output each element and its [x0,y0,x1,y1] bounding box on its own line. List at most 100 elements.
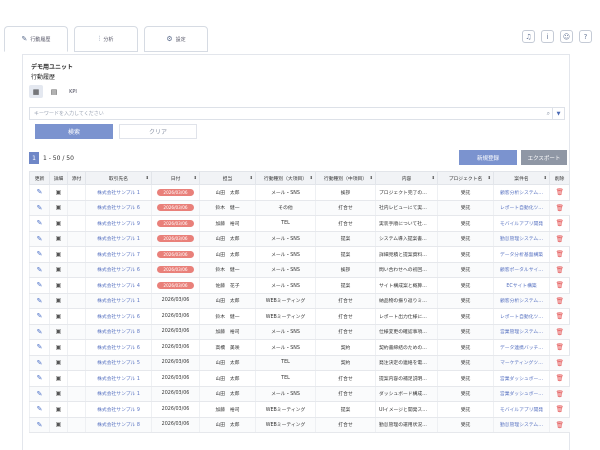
search-input[interactable]: キーワードを入力してください ⌕ ▼ [29,107,565,120]
col-staff[interactable]: 担当 ⬍ [199,171,256,185]
cell-deal[interactable]: レポート自動化ツ… [493,308,550,325]
pencil-icon[interactable]: ✎ [37,390,43,398]
trash-icon[interactable]: 🗑 [556,374,564,382]
col-major-type[interactable]: 行動種別（大項目） ⬍ [255,171,316,185]
page-number[interactable]: 1 [29,152,39,164]
cell-deal[interactable]: マーケティングツ… [493,355,550,371]
document-icon[interactable]: ▣ [56,375,62,382]
trash-icon[interactable]: 🗑 [556,343,564,351]
cell-deal[interactable]: 顧客分析システム… [493,184,550,201]
cell-client[interactable]: 株式会社サンプル 5 [85,355,152,371]
table-row[interactable]: ✎ ▣ 株式会社サンプル 9 2026/03/06 加藤 裕司 WEBミーティング 提案 UI… [29,401,570,418]
cell-deal[interactable]: データ分析基盤構築 [493,246,550,263]
col-date[interactable]: 日付 ⬍ [151,171,200,185]
trash-icon[interactable]: 🗑 [556,359,564,367]
help-icon[interactable]: ? [579,30,592,43]
table-row[interactable]: ✎ ▣ 株式会社サンプル 1 2026/03/06 山田 太郎 メール・SNS 挨拶 プロジェ… [29,184,570,201]
cell-deal[interactable]: 勤怠管理システム… [493,417,550,433]
cell-client[interactable]: 株式会社サンプル 1 [85,231,152,247]
cell-client[interactable]: 株式会社サンプル 1 [85,184,152,201]
pencil-icon[interactable]: ✎ [37,374,43,382]
trash-icon[interactable]: 🗑 [556,204,564,212]
trash-icon[interactable]: 🗑 [556,235,564,243]
pencil-icon[interactable]: ✎ [37,235,43,243]
pencil-icon[interactable]: ✎ [37,312,43,320]
info-icon[interactable]: i [541,30,554,43]
cell-deal[interactable]: 営業ダッシュボー… [493,370,550,387]
cell-client[interactable]: 株式会社サンプル 4 [85,277,152,294]
search-button[interactable]: 検索 [35,124,113,139]
trash-icon[interactable]: 🗑 [556,188,564,196]
cell-client[interactable]: 株式会社サンプル 6 [85,200,152,216]
kpi-button[interactable]: KPI [65,85,81,98]
cell-client[interactable]: 株式会社サンプル 6 [85,339,152,356]
bell-icon[interactable]: ♫ [522,30,535,43]
cell-deal[interactable]: 顧客分析システム… [493,293,550,309]
table-row[interactable]: ✎ ▣ 株式会社サンプル 1 2026/03/06 山田 太郎 メール・SNS 打合せ ダッシ… [29,386,570,402]
pencil-icon[interactable]: ✎ [37,266,43,274]
pencil-icon[interactable]: ✎ [37,204,43,212]
table-row[interactable]: ✎ ▣ 株式会社サンプル 1 2026/03/06 山田 太郎 WEBミーティング 打合せ納… [29,293,570,309]
cell-deal[interactable]: データ連携バッチ… [493,339,550,356]
pencil-icon[interactable]: ✎ [37,405,43,413]
document-icon[interactable]: ▣ [56,421,62,428]
document-icon[interactable]: ▣ [56,313,62,320]
cell-deal[interactable]: レポート自動化ツ… [493,200,550,216]
document-icon[interactable]: ▣ [56,359,62,366]
pencil-icon[interactable]: ✎ [37,188,43,196]
clear-button[interactable]: クリア [119,124,197,139]
cell-client[interactable]: 株式会社サンプル 8 [85,417,152,433]
table-row[interactable]: ✎ ▣ 株式会社サンプル 5 2026/03/06 山田 太郎 TEL 契約 発注決定の連絡を… [29,355,570,371]
col-project[interactable]: プロジェクト名 ⬍ [437,171,494,185]
trash-icon[interactable]: 🗑 [556,328,564,336]
cell-client[interactable]: 株式会社サンプル 1 [85,386,152,402]
document-icon[interactable]: ▣ [56,266,62,273]
pencil-icon[interactable]: ✎ [37,297,43,305]
trash-icon[interactable]: 🗑 [556,297,564,305]
pencil-icon[interactable]: ✎ [37,328,43,336]
table-row[interactable]: ✎ ▣ 株式会社サンプル 9 2026/03/06 加藤 裕司 TEL 打合せ 実装手順につい… [29,215,570,232]
tab-analysis[interactable]: ⫶ 分析 [74,26,138,52]
document-icon[interactable]: ▣ [56,297,62,304]
document-icon[interactable]: ▣ [56,251,62,258]
trash-icon[interactable]: 🗑 [556,281,564,289]
cell-deal[interactable]: 営業管理システム… [493,324,550,340]
table-row[interactable]: ✎ ▣ 株式会社サンプル 6 2026/03/06 高橋 美咲 メール・SNS 契約 契約書締… [29,339,570,356]
table-row[interactable]: ✎ ▣ 株式会社サンプル 6 2026/03/06 鈴木 健一 その他 打合せ 社内レビューに… [29,200,570,216]
document-icon[interactable]: ▣ [56,282,62,289]
pencil-icon[interactable]: ✎ [37,421,43,429]
pencil-icon[interactable]: ✎ [37,250,43,258]
pencil-icon[interactable]: ✎ [37,343,43,351]
trash-icon[interactable]: 🗑 [556,312,564,320]
cell-client[interactable]: 株式会社サンプル 7 [85,246,152,263]
col-content[interactable]: 内容 ⬍ [375,171,438,185]
trash-icon[interactable]: 🗑 [556,219,564,227]
document-icon[interactable]: ▣ [56,220,62,227]
chevron-down-icon[interactable]: ▼ [552,108,564,119]
new-button[interactable]: 新規登録 [459,150,517,165]
trash-icon[interactable]: 🗑 [556,266,564,274]
trash-icon[interactable]: 🗑 [556,405,564,413]
cell-deal[interactable]: 営業ダッシュボー… [493,386,550,402]
grid-view-icon[interactable]: ▦ [29,85,43,98]
tab-settings[interactable]: ⚙ 設定 [144,26,208,52]
user-icon[interactable]: ☺ [560,30,573,43]
folder-icon[interactable]: ▤ [47,85,61,98]
cell-deal[interactable]: ECサイト構築 [493,277,550,294]
col-client[interactable]: 取引先名 ⬍ [85,171,152,185]
table-row[interactable]: ✎ ▣ 株式会社サンプル 8 2026/03/06 山田 太郎 WEBミーティング 打合せ勤… [29,417,570,433]
table-row[interactable]: ✎ ▣ 株式会社サンプル 6 2026/03/06 鈴木 健一 WEBミーティング 打合せレ… [29,308,570,325]
document-icon[interactable]: ▣ [56,189,62,196]
search-icon[interactable]: ⌕ [547,110,550,118]
export-button[interactable]: エクスポート [521,150,567,165]
cell-client[interactable]: 株式会社サンプル 8 [85,324,152,340]
trash-icon[interactable]: 🗑 [556,421,564,429]
table-row[interactable]: ✎ ▣ 株式会社サンプル 6 2026/03/06 鈴木 健一 メール・SNS 挨拶 問い合わ… [29,262,570,278]
col-mid-type[interactable]: 行動種別（中項目） ⬍ [315,171,376,185]
document-icon[interactable]: ▣ [56,406,62,413]
pencil-icon[interactable]: ✎ [37,281,43,289]
trash-icon[interactable]: 🗑 [556,390,564,398]
pencil-icon[interactable]: ✎ [37,359,43,367]
table-row[interactable]: ✎ ▣ 株式会社サンプル 4 2026/03/06 佐藤 花子 メール・SNS 提案 サイト構… [29,277,570,294]
cell-deal[interactable]: モバイルアプリ開発 [493,215,550,232]
